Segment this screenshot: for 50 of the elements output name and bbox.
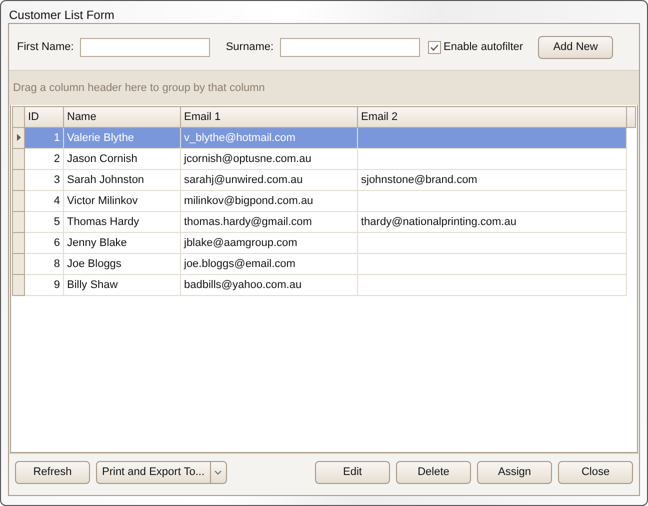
action-button[interactable]: Edit (315, 460, 390, 484)
table-cell: badbills@yahoo.com.au (184, 279, 302, 291)
action-button[interactable]: Assign (477, 460, 552, 484)
table-cell: 5 (54, 216, 60, 228)
table-cell: Billy Shaw (67, 279, 118, 291)
dropdown-label: Print and Export To... (101, 464, 206, 480)
field-label: First Name: (17, 41, 74, 53)
table-cell: Thomas Hardy (67, 216, 140, 228)
column-header[interactable]: Email 1 (180, 106, 358, 128)
action-button[interactable]: Delete (396, 460, 471, 484)
table-cell: Jenny Blake (67, 237, 127, 249)
table-row[interactable]: 5 Thomas Hardy thomas.hardy@gmail.com thardy@nationalprinting.com.au (12, 212, 636, 232)
field-label: Surname: (226, 41, 274, 53)
table-cell: 4 (54, 195, 60, 207)
table-cell: Jason Cornish (67, 153, 138, 165)
table-cell: joe.bloggs@email.com (184, 258, 296, 270)
table-cell: thardy@nationalprinting.com.au (361, 216, 516, 228)
column-header[interactable]: Email 2 (358, 106, 626, 128)
table-row[interactable]: 4 Victor Milinkov milinkov@bigpond.com.au (12, 190, 636, 212)
table-cell: milinkov@bigpond.com.au (184, 195, 314, 207)
column-header[interactable]: Name (64, 106, 180, 128)
column-header[interactable]: ID (24, 106, 64, 128)
table-cell: v_blythe@hotmail.com (184, 132, 296, 144)
table-row[interactable]: 3 Sarah Johnston sarahj@unwired.com.au sjohnstone@brand.com (12, 170, 636, 190)
table-cell: thomas.hardy@gmail.com (184, 216, 312, 228)
table-cell: Joe Bloggs (67, 258, 122, 270)
table-cell: 9 (54, 279, 60, 291)
refresh-button[interactable]: Refresh (15, 460, 90, 484)
checkbox-label: Enable autofilter (444, 41, 524, 53)
table-cell: 3 (54, 174, 60, 186)
table-row[interactable]: 9 Billy Shaw badbills@yahoo.com.au (12, 274, 636, 296)
action-button[interactable]: Close (558, 460, 633, 484)
table-row[interactable]: 8 Joe Bloggs joe.bloggs@email.com (12, 254, 636, 274)
table-row[interactable]: 6 Jenny Blake jblake@aamgroup.com (12, 232, 636, 254)
table-cell: sarahj@unwired.com.au (184, 174, 303, 186)
table-row[interactable]: 2 Jason Cornish jcornish@optusne.com.au (12, 148, 636, 170)
table-cell: Valerie Blythe (67, 132, 134, 144)
add-new-button[interactable]: Add New (538, 36, 614, 58)
table-cell: 6 (54, 237, 60, 249)
table-cell: 8 (54, 258, 60, 270)
table-cell: Victor Milinkov (67, 195, 138, 207)
table-cell: 1 (54, 132, 60, 144)
table-cell: sjohnstone@brand.com (361, 174, 478, 186)
table-cell: jcornish@optusne.com.au (184, 153, 312, 165)
table-cell: jblake@aamgroup.com (184, 237, 298, 249)
window-title: Customer List Form (8, 7, 116, 23)
group-panel-hint: Drag a column header here to group by that column (9, 71, 639, 105)
table-cell: 2 (54, 153, 60, 165)
table-cell: Sarah Johnston (67, 174, 144, 186)
print-export-dropdown[interactable]: Print and Export To... (96, 460, 227, 484)
